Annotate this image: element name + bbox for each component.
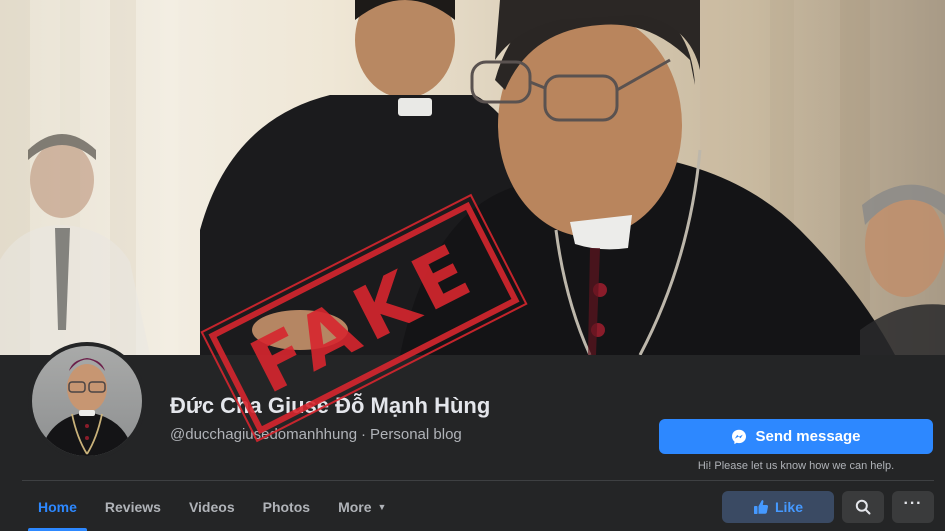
page-subtitle: @ducchagiusedomanhhung · Personal blog: [170, 426, 462, 443]
tab-videos[interactable]: Videos: [175, 482, 249, 531]
avatar-illustration: [40, 358, 134, 456]
tab-reviews-label: Reviews: [104, 498, 161, 515]
tab-home[interactable]: Home: [24, 482, 91, 531]
tab-reviews[interactable]: Reviews: [91, 482, 175, 531]
page-category[interactable]: Personal blog: [370, 426, 462, 443]
tab-photos-label: Photos: [262, 498, 311, 515]
like-label: Like: [774, 499, 803, 515]
page-tabs: Home Reviews Videos Photos More ▼: [24, 482, 400, 531]
avatar-photo: [32, 346, 142, 456]
search-icon: [855, 499, 871, 515]
send-message-label: Send message: [755, 428, 861, 445]
help-text: Hi! Please let us know how we can help.: [697, 460, 895, 472]
more-options-button[interactable]: ···: [892, 491, 934, 523]
thumbs-up-icon: [753, 500, 769, 514]
tab-videos-label: Videos: [188, 498, 235, 515]
chevron-down-icon: ▼: [377, 502, 387, 512]
more-dots-icon: ···: [903, 495, 923, 512]
tab-photos[interactable]: Photos: [249, 482, 324, 531]
tab-more[interactable]: More ▼: [324, 482, 400, 531]
like-button[interactable]: Like: [722, 491, 834, 523]
header-divider: [22, 480, 934, 481]
messenger-icon: [732, 429, 747, 444]
send-message-button[interactable]: Send message: [659, 419, 933, 454]
tab-more-label: More: [338, 498, 372, 515]
subtitle-separator: ·: [361, 426, 367, 443]
profile-avatar[interactable]: [28, 342, 146, 460]
search-button[interactable]: [842, 491, 884, 523]
tab-home-label: Home: [38, 498, 77, 515]
